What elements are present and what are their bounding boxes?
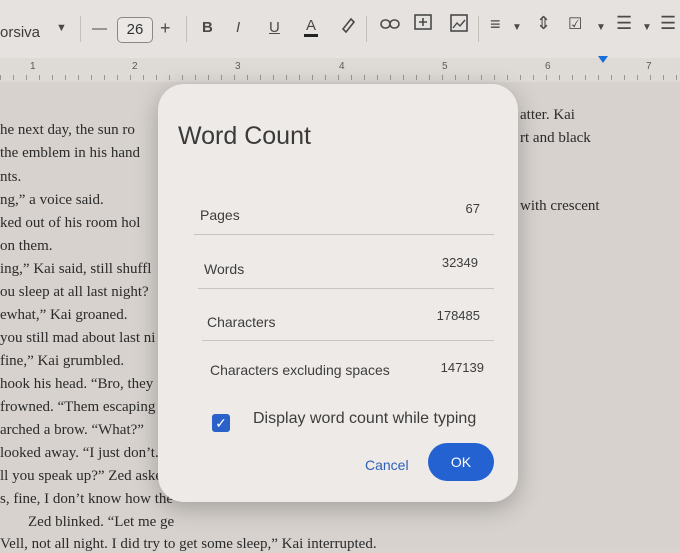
toolbar-divider: [366, 16, 367, 42]
chevron-down-icon[interactable]: ▼: [596, 22, 606, 33]
ruler-number: 5: [442, 61, 448, 72]
bulleted-list-icon[interactable]: ☰: [616, 13, 632, 34]
document-line: you still mad about last ni: [0, 330, 156, 346]
ruler-ticks: [0, 75, 680, 80]
row-divider: [202, 340, 494, 341]
insert-comment-icon[interactable]: [414, 14, 432, 36]
document-line: arched a brow. “What?”: [0, 422, 144, 438]
font-family-select[interactable]: orsiva: [0, 24, 40, 41]
ruler-number: 7: [646, 61, 652, 72]
document-line: on them.: [0, 238, 53, 254]
document-line: frowned. “Them escaping i: [0, 399, 164, 415]
align-icon[interactable]: ≡: [490, 14, 501, 35]
document-line: Vell, not all night. I did try to get so…: [0, 536, 377, 552]
characters-label: Characters: [207, 314, 276, 330]
document-line: fine,” Kai grumbled.: [0, 353, 125, 369]
increase-font-size-button[interactable]: +: [160, 18, 171, 39]
document-line: ll you speak up?” Zed askec: [0, 468, 169, 484]
insert-image-icon[interactable]: [450, 14, 468, 36]
document-line: s, fine, I don’t know how the: [0, 491, 174, 507]
document-line: Zed blinked. “Let me ge: [28, 514, 175, 530]
ok-button[interactable]: OK: [428, 443, 494, 481]
text-color-button[interactable]: A: [304, 17, 319, 37]
decrease-font-size-button[interactable]: —: [92, 20, 107, 37]
words-label: Words: [204, 261, 245, 277]
ruler[interactable]: 1 2 3 4 5 6 7: [0, 56, 680, 83]
font-dropdown-icon[interactable]: ▼: [56, 22, 67, 34]
display-word-count-checkbox[interactable]: ✓: [212, 414, 230, 432]
toolbar-divider: [186, 16, 187, 42]
ruler-number: 3: [235, 61, 241, 72]
ruler-number: 1: [30, 61, 36, 72]
document-line: looked away. “I just don’t. .: [0, 445, 167, 461]
toolbar: orsiva ▼ — 26 + B I U A ≡ ▼ ⇕ ☑ ▼ ☰ ▼ ☰: [0, 0, 680, 59]
word-count-dialog: Word Count Pages 67 Words 32349 Characte…: [158, 84, 518, 502]
document-line: ng,” a voice said.: [0, 192, 104, 208]
right-indent-marker[interactable]: [598, 56, 608, 63]
document-line: nts.: [0, 169, 22, 185]
dialog-title: Word Count: [178, 122, 311, 150]
pages-value: 67: [465, 201, 480, 216]
document-line: ou sleep at all last night?: [0, 284, 149, 300]
toolbar-divider: [478, 16, 479, 42]
document-line: he next day, the sun ro: [0, 122, 135, 138]
row-divider: [198, 288, 494, 289]
words-value: 32349: [441, 255, 478, 270]
document-line: hook his head. “Bro, they: [0, 376, 154, 392]
document-line: the emblem in his hand: [0, 145, 140, 161]
row-divider: [194, 234, 494, 235]
chevron-down-icon[interactable]: ▼: [642, 22, 652, 33]
bold-button[interactable]: B: [202, 19, 213, 36]
document-line-right: rt and black: [520, 130, 591, 146]
insert-link-icon[interactable]: [380, 17, 400, 35]
characters-excluding-spaces-value: 147139: [440, 360, 484, 375]
line-spacing-icon[interactable]: ⇕: [536, 13, 551, 34]
ruler-number: 6: [545, 61, 551, 72]
font-size-input[interactable]: 26: [117, 17, 153, 43]
highlight-pen-icon[interactable]: [340, 16, 356, 38]
checklist-icon[interactable]: ☑: [568, 14, 582, 34]
toolbar-divider: [80, 16, 81, 42]
ruler-number: 2: [132, 61, 138, 72]
underline-button[interactable]: U: [269, 19, 280, 36]
document-line-right: atter. Kai: [520, 107, 575, 123]
ruler-number: 4: [339, 61, 345, 72]
italic-button[interactable]: I: [236, 19, 240, 36]
cancel-button[interactable]: Cancel: [365, 457, 409, 473]
pages-label: Pages: [200, 207, 240, 223]
numbered-list-icon[interactable]: ☰: [660, 13, 676, 34]
display-word-count-label[interactable]: Display word count while typing: [253, 410, 476, 428]
document-line: ewhat,” Kai groaned.: [0, 307, 128, 323]
characters-value: 178485: [436, 308, 480, 323]
chevron-down-icon[interactable]: ▼: [512, 22, 522, 33]
document-line-right: with crescent: [520, 198, 600, 214]
document-line: ked out of his room hol: [0, 215, 141, 231]
characters-excluding-spaces-label: Characters excluding spaces: [210, 362, 390, 378]
document-line: ing,” Kai said, still shuffl: [0, 261, 152, 277]
